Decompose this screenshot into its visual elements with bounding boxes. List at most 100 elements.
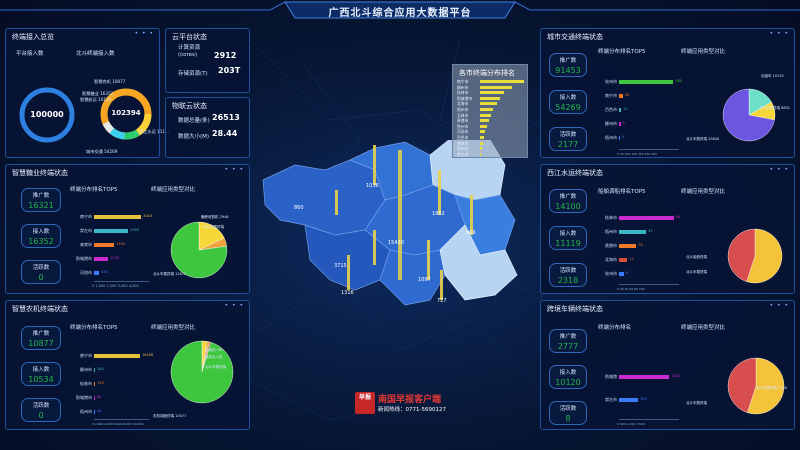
metric-active: 活跃数 0: [21, 398, 61, 422]
page-title: 广西北斗综合应用大数据平台: [328, 8, 472, 19]
bar[interactable]: [619, 258, 628, 262]
bar-value-label: 20: [624, 93, 630, 97]
more-icon[interactable]: • • •: [770, 30, 789, 37]
bar-row: 梧州市 5: [591, 135, 681, 140]
more-icon[interactable]: • • •: [770, 166, 789, 173]
city-ranking-popup[interactable]: 各市终端分布排名 南宁市 柳州市 桂林市 防城港市 北海市 梧州市 玉林市 贵港市 钦州市 河池市…: [452, 64, 528, 158]
bar[interactable]: [94, 257, 109, 261]
map-region-south[interactable]: [379, 249, 446, 306]
pie-label: 北斗车载终端 2945: [756, 386, 788, 390]
bar[interactable]: [94, 368, 95, 372]
bar-row: 南宁市 10408: [66, 353, 154, 358]
bar-chart-sugar: 南宁市 4010 崇左市 2900 来宾市 1700 防城港市 1200 河池市 450: [66, 210, 152, 280]
bar-row: 防城港市 80: [66, 395, 151, 400]
bar-category-label: 贵港市: [605, 243, 617, 248]
metric-accessed: 接入数 10534: [21, 362, 61, 386]
bar-value-label: 180: [97, 367, 104, 371]
pie-label: 糖蔗收割机 2946: [201, 215, 229, 219]
bar[interactable]: [619, 136, 620, 140]
metric-accessed: 接入数 16352: [21, 224, 61, 248]
map-value: 1036: [366, 183, 379, 189]
bar-category-label: 防城港: [605, 374, 617, 380]
platform-value: 100000: [30, 110, 64, 119]
donut-label: 智慧农机 10877: [94, 79, 126, 84]
bar-row: 桂林市 94: [591, 215, 681, 220]
bar[interactable]: [619, 272, 624, 276]
x-axis: [619, 419, 679, 420]
bar[interactable]: [94, 243, 115, 247]
bar-category-label: 防城港市: [76, 395, 92, 400]
bar-value-label: 1200: [110, 256, 120, 260]
pie-title: 终端应用类型对比: [681, 189, 726, 195]
bar[interactable]: [619, 230, 647, 234]
panel-iot-status: 物联云状态 数据总量(条) 26513 数据大小(M) 28.44: [165, 97, 250, 158]
bar-category-label: 百色市: [605, 107, 617, 112]
bar[interactable]: [94, 271, 100, 275]
pie-label: 北斗车载终端: [686, 401, 707, 405]
metric-active: 活跃数 0: [21, 260, 61, 284]
pie-slice[interactable]: [170, 340, 234, 404]
beidou-label: 北斗终端接入数: [76, 51, 115, 57]
popup-bar: [480, 130, 486, 134]
pie-label: 北斗船舶终端: [686, 255, 707, 259]
watermark-hotline: 新闻热线：0771-5690127: [378, 407, 446, 413]
bar-row: 河池市 450: [66, 270, 151, 275]
bar-category-label: 梧州市: [80, 409, 92, 414]
bar[interactable]: [94, 229, 129, 233]
x-ticks: 0 2,000 4,000 6,000 8,000 10,000: [92, 422, 144, 426]
bar-row: 南宁市 20: [591, 93, 681, 98]
map-value: 1316: [341, 290, 354, 296]
popup-bar: [480, 102, 497, 106]
more-icon[interactable]: • • •: [225, 302, 244, 309]
x-ticks: 0 500 1,000 1,500: [617, 422, 645, 426]
bar-value-label: 1300: [671, 374, 681, 379]
pie-label: 北斗车载终端 6851: [759, 106, 791, 110]
bar-row: 贵港市 30: [591, 243, 681, 248]
bar[interactable]: [619, 80, 674, 84]
bar-value-label: 94: [675, 215, 680, 219]
bar[interactable]: [619, 94, 623, 98]
bar[interactable]: [94, 382, 95, 386]
bar-value-label: 10408: [141, 353, 154, 357]
more-icon[interactable]: • • •: [225, 166, 244, 173]
panel-title: 智慧农机终端状态: [12, 305, 68, 313]
map-value: 1862: [432, 211, 445, 217]
bar-category-label: 梧州市: [605, 135, 617, 140]
map-value: 3715: [334, 263, 347, 269]
map-value: 727: [437, 298, 447, 304]
popup-bar: [480, 119, 489, 123]
more-icon[interactable]: • • •: [135, 30, 154, 37]
cloud-compute-value: 2912: [214, 51, 237, 60]
bar-category-label: 河池市: [80, 270, 92, 275]
bar-value-label: 1700: [116, 242, 125, 246]
popup-row[interactable]: 崇左市: [457, 152, 527, 158]
bar-value-label: 2900: [130, 228, 140, 232]
bar-title: 终端分布排名TOP5: [598, 49, 646, 55]
donut-label: 智慧航运 10120: [80, 97, 112, 102]
iot-total-value: 26513: [212, 113, 240, 122]
bar[interactable]: [619, 244, 637, 248]
bar[interactable]: [619, 216, 674, 220]
bar[interactable]: [619, 122, 621, 126]
popup-bar: [480, 152, 482, 156]
guangxi-map[interactable]: [255, 140, 555, 310]
map-value: 1097: [418, 277, 431, 283]
bar-row: 北海市 14: [591, 257, 681, 262]
bar-category-label: 北海市: [605, 257, 617, 262]
bar[interactable]: [94, 396, 95, 400]
bar[interactable]: [619, 375, 670, 380]
bar-value-label: 14: [629, 257, 634, 261]
more-icon[interactable]: • • •: [770, 302, 789, 309]
bar[interactable]: [619, 397, 639, 402]
popup-bar: [480, 124, 488, 128]
bar-row: 钦州市 8: [591, 271, 681, 276]
popup-bar: [480, 85, 512, 89]
popup-bar: [480, 136, 484, 139]
bar[interactable]: [94, 410, 95, 414]
bar-title: 终端分布排名TOP5: [70, 325, 118, 331]
bar[interactable]: [619, 108, 622, 112]
cloud-storage-label: 存储资源(T): [178, 71, 208, 77]
bar[interactable]: [94, 354, 140, 358]
bar[interactable]: [94, 215, 142, 219]
map-region-west[interactable]: [262, 159, 386, 236]
